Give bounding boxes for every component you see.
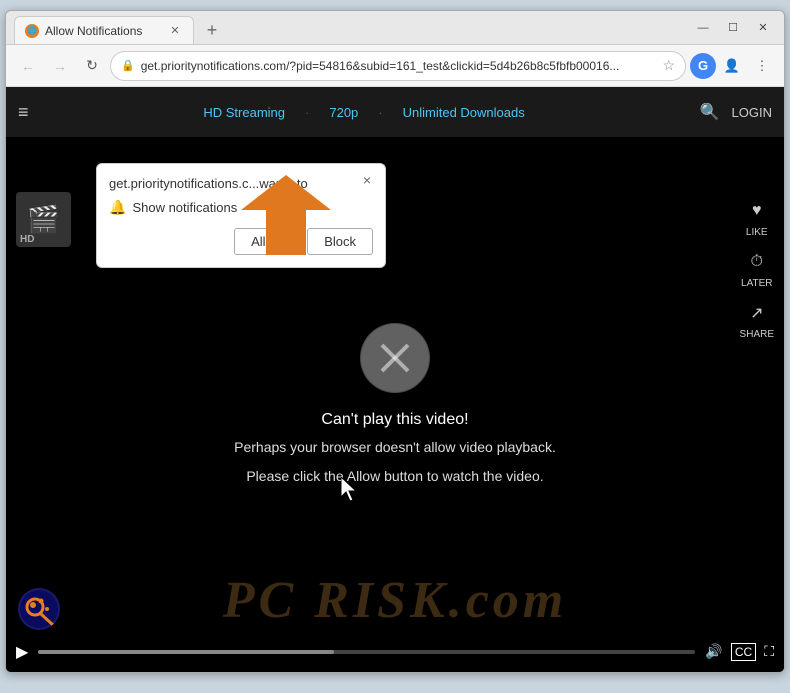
browser-window: 🌐 Allow Notifications ✕ + — ☐ ✕ ← → ↻ 🔒 … xyxy=(5,10,785,673)
popup-close-button[interactable]: × xyxy=(357,170,377,190)
site-header: ≡ HD Streaming · 720p · Unlimited Downlo… xyxy=(6,87,784,137)
minimize-button[interactable]: — xyxy=(690,18,716,38)
tab-favicon: 🌐 xyxy=(25,24,39,38)
play-icon xyxy=(360,323,430,393)
watermark-logo xyxy=(18,588,60,630)
clock-icon: ⏱ xyxy=(743,248,771,276)
watermark-text: PC RISK.com xyxy=(223,571,568,630)
video-subtext-2: Please click the Allow button to watch t… xyxy=(246,466,543,487)
later-label: LATER xyxy=(741,278,773,289)
progress-bar[interactable] xyxy=(38,650,695,654)
profile-button[interactable]: 👤 xyxy=(718,52,746,80)
watermark: PC RISK.com xyxy=(6,571,784,630)
tab-area: 🌐 Allow Notifications ✕ + xyxy=(14,11,690,44)
window-controls: — ☐ ✕ xyxy=(690,18,776,38)
tab-close-button[interactable]: ✕ xyxy=(167,23,183,39)
back-button[interactable]: ← xyxy=(14,52,42,80)
new-tab-button[interactable]: + xyxy=(198,16,226,44)
separator-1: · xyxy=(305,105,309,120)
nav-bar: ← → ↻ 🔒 get.prioritynotifications.com/?p… xyxy=(6,45,784,87)
video-controls: ▶ 🔊 CC ⛶ xyxy=(6,632,784,672)
popup-buttons: Allow Block xyxy=(109,228,373,255)
nav-right-icons: G 👤 ⋮ xyxy=(690,52,776,80)
share-icon: ↗ xyxy=(743,299,771,327)
fullscreen-icon[interactable]: ⛶ xyxy=(764,643,774,661)
g-button[interactable]: G xyxy=(690,53,716,79)
popup-notification-row: 🔔 Show notifications xyxy=(109,199,373,216)
vc-play-button[interactable]: ▶ xyxy=(16,642,28,662)
title-bar: 🌐 Allow Notifications ✕ + — ☐ ✕ xyxy=(6,11,784,45)
tab-title: Allow Notifications xyxy=(45,24,161,38)
separator-2: · xyxy=(378,105,382,120)
like-button[interactable]: ♥ LIKE xyxy=(740,197,774,238)
site-features: HD Streaming · 720p · Unlimited Download… xyxy=(39,105,690,120)
heart-icon: ♥ xyxy=(743,197,771,225)
logo-icon xyxy=(19,589,59,629)
refresh-button[interactable]: ↻ xyxy=(78,52,106,80)
hd-streaming-link[interactable]: HD Streaming xyxy=(203,105,285,120)
bookmark-icon[interactable]: ☆ xyxy=(662,57,675,74)
logo-circle xyxy=(18,588,60,630)
share-label: SHARE xyxy=(740,329,774,340)
hamburger-menu[interactable]: ≡ xyxy=(18,102,29,123)
cc-icon[interactable]: CC xyxy=(731,643,756,661)
notification-popup: × get.prioritynotifications.c... wants t… xyxy=(96,163,386,268)
left-thumbnail: 🎬 HD xyxy=(16,192,71,247)
menu-button[interactable]: ⋮ xyxy=(748,52,776,80)
volume-icon[interactable]: 🔊 xyxy=(705,643,722,661)
bell-icon: 🔔 xyxy=(109,199,126,216)
later-button[interactable]: ⏱ LATER xyxy=(740,248,774,289)
close-button[interactable]: ✕ xyxy=(750,18,776,38)
video-subtext-1: Perhaps your browser doesn't allow video… xyxy=(234,437,556,458)
page-content: ≡ HD Streaming · 720p · Unlimited Downlo… xyxy=(6,87,784,672)
vc-icons: 🔊 CC ⛶ xyxy=(705,643,774,661)
show-notifications-text: Show notifications xyxy=(132,200,237,215)
popup-site-name: get.prioritynotifications.c... xyxy=(109,176,259,191)
video-placeholder: Can't play this video! Perhaps your brow… xyxy=(234,323,556,487)
like-label: LIKE xyxy=(746,227,768,238)
address-text: get.prioritynotifications.com/?pid=54816… xyxy=(141,59,657,73)
popup-site-row: get.prioritynotifications.c... wants to xyxy=(109,176,373,191)
site-header-right: 🔍 LOGIN xyxy=(700,102,772,122)
maximize-button[interactable]: ☐ xyxy=(720,18,746,38)
progress-fill xyxy=(38,650,334,654)
active-tab[interactable]: 🌐 Allow Notifications ✕ xyxy=(14,16,194,44)
address-bar[interactable]: 🔒 get.prioritynotifications.com/?pid=548… xyxy=(110,51,686,81)
allow-button[interactable]: Allow xyxy=(234,228,299,255)
thumbnail-image: 🎬 HD xyxy=(16,192,71,247)
login-button[interactable]: LOGIN xyxy=(732,105,772,120)
share-button[interactable]: ↗ SHARE xyxy=(740,299,774,340)
lock-icon: 🔒 xyxy=(121,59,135,72)
search-icon[interactable]: 🔍 xyxy=(700,102,720,122)
cant-play-text: Can't play this video! xyxy=(321,411,468,429)
unlimited-downloads-link[interactable]: Unlimited Downloads xyxy=(403,105,525,120)
play-button[interactable] xyxy=(360,323,430,393)
right-sidebar: ♥ LIKE ⏱ LATER ↗ SHARE xyxy=(740,197,774,340)
popup-wants-text: wants to xyxy=(259,176,307,191)
block-button[interactable]: Block xyxy=(307,228,373,255)
720p-link[interactable]: 720p xyxy=(329,105,358,120)
forward-button[interactable]: → xyxy=(46,52,74,80)
